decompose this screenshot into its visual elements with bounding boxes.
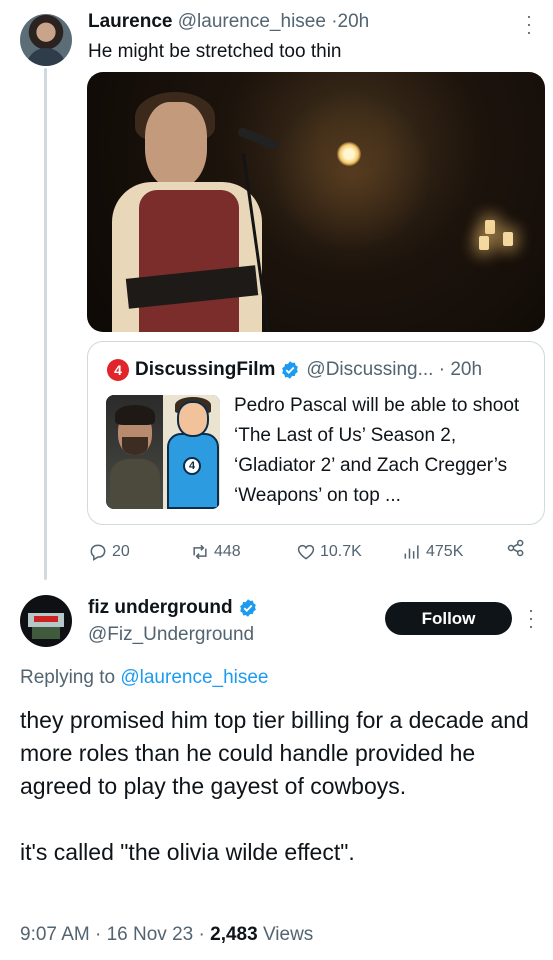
tweet-text: He might be stretched too thin: [88, 41, 342, 62]
display-name[interactable]: fiz underground: [88, 596, 233, 620]
like-icon: [297, 544, 315, 560]
verified-icon: [282, 361, 299, 379]
quote-display-name: DiscussingFilm: [135, 359, 276, 380]
share-icon: [507, 539, 524, 557]
more-icon[interactable]: · · ·: [524, 7, 534, 41]
repost-count: 448: [214, 543, 241, 560]
display-name-row: fiz underground: [88, 596, 264, 620]
timestamp[interactable]: 9:07 AM: [20, 924, 90, 945]
quote-handle: @Discussing...: [306, 359, 434, 380]
replying-to-label: Replying to: [20, 667, 116, 688]
share-button[interactable]: [506, 538, 530, 558]
replying-to: Replying to @laurence_hisee: [20, 666, 269, 690]
like-count: 10.7K: [320, 543, 362, 560]
verified-icon: [239, 599, 256, 617]
repost-button[interactable]: 448: [190, 538, 241, 566]
tweet-header: Laurence @laurence_hisee ·20h: [88, 11, 369, 33]
separator: ·: [95, 924, 107, 945]
tweet-paragraph-1: they promised him top tier billing for a…: [20, 707, 536, 799]
like-button[interactable]: 10.7K: [296, 538, 362, 566]
quote-thumbnail: 4: [106, 395, 220, 509]
avatar[interactable]: [20, 595, 72, 647]
tweet-meta: 9:07 AM · 16 Nov 23 · 2,483 Views: [20, 923, 313, 947]
avatar[interactable]: [20, 14, 72, 66]
reply-button[interactable]: 20: [88, 538, 130, 566]
discussingfilm-logo: 4: [107, 359, 129, 381]
handle[interactable]: @Fiz_Underground: [88, 623, 254, 647]
quote-text: Pedro Pascal will be able to shoot ‘The …: [234, 395, 520, 506]
tweet-paragraph-2: it's called "the olivia wilde effect".: [20, 839, 355, 865]
tweet-laurence[interactable]: Laurence @laurence_hisee ·20h · · · He mig…: [0, 0, 553, 580]
quote-header: 4 DiscussingFilm @Discussing... · 20h: [107, 358, 482, 382]
handle[interactable]: @laurence_hisee: [178, 11, 326, 32]
separator: ·: [198, 924, 211, 945]
views-icon: [404, 545, 419, 559]
display-name[interactable]: Laurence: [88, 11, 172, 32]
more-icon[interactable]: · · ·: [526, 601, 536, 635]
tweet-text: they promised him top tier billing for a…: [20, 704, 540, 902]
reply-icon: [90, 544, 106, 561]
views-label: Views: [262, 924, 314, 945]
tweet-fiz-underground: fiz underground @Fiz_Underground Follow …: [0, 580, 553, 960]
tweet-image[interactable]: [87, 72, 545, 332]
separator: ·: [438, 359, 446, 380]
thread-line: [44, 68, 47, 580]
tweet-actions: 20 448 10.7K 475K: [88, 538, 528, 566]
views-button[interactable]: 475K: [402, 538, 463, 566]
quoted-tweet[interactable]: 4 DiscussingFilm @Discussing... · 20h 4 …: [87, 341, 545, 525]
reply-count: 20: [112, 543, 130, 560]
timestamp[interactable]: 20h: [338, 11, 370, 32]
repost-icon: [193, 544, 207, 560]
quote-timestamp: 20h: [450, 359, 483, 380]
replying-to-link[interactable]: @laurence_hisee: [120, 667, 268, 688]
views-count: 475K: [426, 543, 464, 560]
follow-button[interactable]: Follow: [385, 602, 512, 635]
views-count: 2,483: [210, 924, 258, 945]
date[interactable]: 16 Nov 23: [107, 924, 194, 945]
